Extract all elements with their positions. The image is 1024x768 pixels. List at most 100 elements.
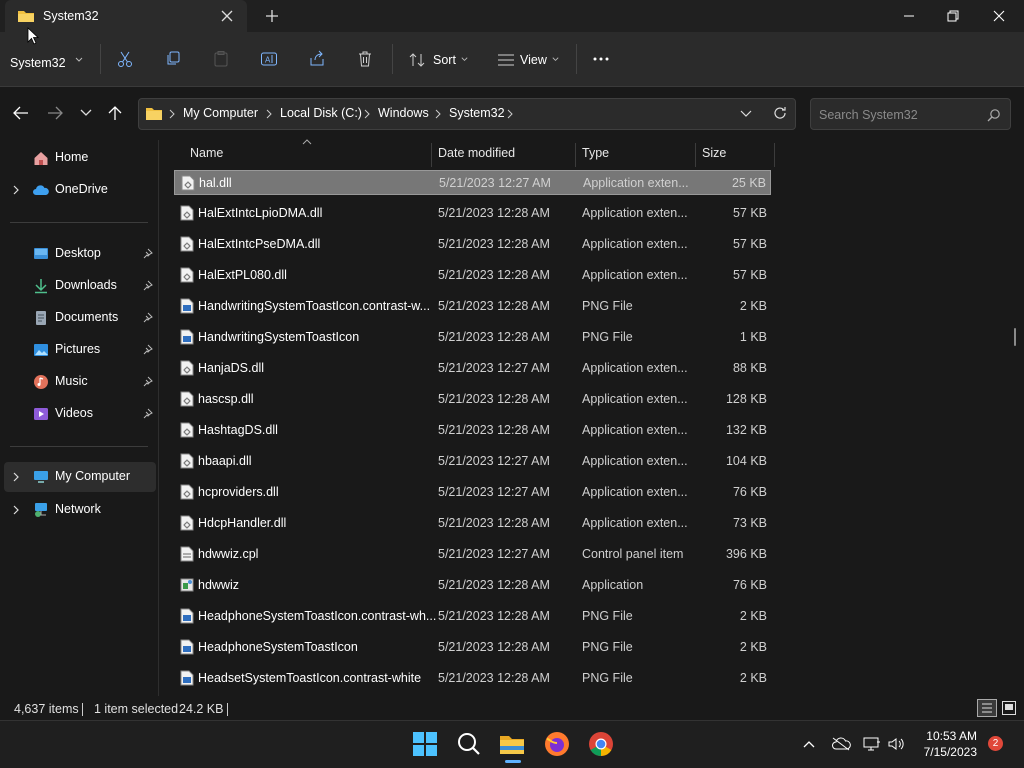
search-icon[interactable] bbox=[454, 729, 484, 759]
breadcrumb-my-computer[interactable]: My Computer bbox=[183, 106, 258, 120]
file-row[interactable]: hdwwiz.cpl 5/21/2023 12:27 AM Control pane… bbox=[174, 542, 771, 567]
forward-icon[interactable] bbox=[46, 105, 64, 121]
rename-icon[interactable]: A bbox=[254, 44, 284, 74]
column-header-date[interactable]: Date modified bbox=[438, 146, 515, 160]
minimize-icon[interactable] bbox=[886, 0, 932, 32]
location-dropdown-icon[interactable] bbox=[74, 55, 84, 65]
copy-icon[interactable] bbox=[158, 44, 188, 74]
file-row[interactable]: HeadphoneSystemToastIcon.contrast-wh... 5… bbox=[174, 604, 771, 629]
pane-divider[interactable] bbox=[158, 140, 159, 696]
nav-item-pictures[interactable]: Pictures bbox=[0, 335, 158, 365]
column-divider[interactable] bbox=[774, 143, 775, 167]
pictures-icon bbox=[33, 342, 49, 358]
chevron-right-icon[interactable] bbox=[10, 184, 22, 196]
breadcrumb-windows[interactable]: Windows bbox=[378, 106, 429, 120]
sort-button[interactable]: Sort bbox=[406, 50, 476, 70]
cpl-icon bbox=[180, 546, 194, 562]
file-row[interactable]: HalExtPL080.dll 5/21/2023 12:28 AM Applica… bbox=[174, 263, 771, 288]
file-row[interactable]: hdwwiz 5/21/2023 12:28 AM Application 76 KB bbox=[174, 573, 771, 598]
file-row[interactable]: HeadsetSystemToastIcon.contrast-white 5/2… bbox=[174, 666, 771, 691]
delete-icon[interactable] bbox=[350, 44, 380, 74]
search-icon[interactable] bbox=[987, 108, 1001, 122]
file-row[interactable]: HdcpHandler.dll 5/21/2023 12:28 AM Applica… bbox=[174, 511, 771, 536]
refresh-icon[interactable] bbox=[772, 105, 788, 121]
file-size: 88 KB bbox=[732, 361, 767, 375]
column-header-size[interactable]: Size bbox=[702, 146, 726, 160]
firefox-icon[interactable] bbox=[542, 729, 572, 759]
paste-icon[interactable] bbox=[206, 44, 236, 74]
file-row[interactable]: HanjaDS.dll 5/21/2023 12:27 AM Application… bbox=[174, 356, 771, 381]
file-name: HanjaDS.dll bbox=[198, 361, 265, 375]
png-icon bbox=[180, 298, 194, 314]
column-divider[interactable] bbox=[695, 143, 696, 167]
nav-item-documents[interactable]: Documents bbox=[0, 303, 158, 333]
network-status-icon[interactable] bbox=[863, 736, 881, 752]
pin-icon[interactable] bbox=[142, 280, 153, 291]
cut-icon[interactable] bbox=[110, 44, 140, 74]
file-explorer-icon[interactable] bbox=[497, 729, 527, 759]
file-row[interactable]: hal.dll 5/21/2023 12:27 AM Application ext… bbox=[174, 170, 771, 195]
column-divider[interactable] bbox=[431, 143, 432, 167]
nav-item-network[interactable]: Network bbox=[0, 495, 158, 525]
pin-icon[interactable] bbox=[142, 344, 153, 355]
tab-system32[interactable] bbox=[5, 0, 247, 32]
file-row[interactable]: hbaapi.dll 5/21/2023 12:27 AM Application … bbox=[174, 449, 771, 474]
address-history-icon[interactable] bbox=[740, 109, 752, 119]
breadcrumb-local-disk[interactable]: Local Disk (C:) bbox=[280, 106, 362, 120]
pin-icon[interactable] bbox=[142, 376, 153, 387]
nav-item-my-computer[interactable]: My Computer bbox=[4, 462, 156, 492]
chrome-icon[interactable] bbox=[586, 729, 616, 759]
nav-item-onedrive[interactable]: OneDrive bbox=[0, 175, 158, 205]
chevron-right-icon[interactable] bbox=[10, 471, 22, 483]
nav-item-desktop[interactable]: Desktop bbox=[0, 239, 158, 269]
file-row[interactable]: HeadphoneSystemToastIcon 5/21/2023 12:28 … bbox=[174, 635, 771, 660]
show-hidden-icons-icon[interactable] bbox=[803, 739, 815, 749]
close-tab-icon[interactable] bbox=[217, 6, 237, 26]
file-row[interactable]: hcproviders.dll 5/21/2023 12:27 AM Applica… bbox=[174, 480, 771, 505]
nav-item-home[interactable]: Home bbox=[0, 143, 158, 173]
pin-icon[interactable] bbox=[142, 248, 153, 259]
vertical-scrollbar[interactable] bbox=[1014, 328, 1016, 346]
file-row[interactable]: HandwritingSystemToastIcon 5/21/2023 12:2… bbox=[174, 325, 771, 350]
details-view-icon[interactable] bbox=[977, 699, 997, 717]
file-row[interactable]: HalExtIntcPseDMA.dll 5/21/2023 12:28 AM Ap… bbox=[174, 232, 771, 257]
column-header-type[interactable]: Type bbox=[582, 146, 609, 160]
back-icon[interactable] bbox=[12, 105, 30, 121]
nav-label-my-computer: My Computer bbox=[55, 469, 131, 483]
tiles-view-icon[interactable] bbox=[1001, 700, 1017, 716]
file-type: Application exten... bbox=[582, 206, 688, 220]
clock-time[interactable]: 10:53 AM bbox=[912, 729, 977, 743]
start-icon[interactable] bbox=[410, 729, 440, 759]
file-name: HashtagDS.dll bbox=[198, 423, 278, 437]
pin-icon[interactable] bbox=[142, 312, 153, 323]
column-header-name[interactable]: Name bbox=[190, 146, 223, 160]
clock-date[interactable]: 7/15/2023 bbox=[912, 745, 977, 759]
file-row[interactable]: hascsp.dll 5/21/2023 12:28 AM Application … bbox=[174, 387, 771, 412]
png-icon bbox=[180, 608, 194, 624]
column-divider[interactable] bbox=[575, 143, 576, 167]
search-box[interactable] bbox=[810, 98, 1011, 130]
search-input[interactable] bbox=[819, 107, 979, 123]
file-row[interactable]: HalExtIntcLpioDMA.dll 5/21/2023 12:28 AM A… bbox=[174, 201, 771, 226]
file-row[interactable]: HandwritingSystemToastIcon.contrast-w...… bbox=[174, 294, 771, 319]
selection-size: 24.2 KB bbox=[179, 702, 224, 716]
share-icon[interactable] bbox=[302, 44, 332, 74]
maximize-icon[interactable] bbox=[930, 0, 976, 32]
new-tab-icon[interactable] bbox=[262, 6, 282, 26]
file-row[interactable]: HashtagDS.dll 5/21/2023 12:28 AM Applicati… bbox=[174, 418, 771, 443]
cloud-offline-icon[interactable] bbox=[831, 736, 851, 752]
view-button[interactable]: View bbox=[495, 50, 565, 70]
pin-icon[interactable] bbox=[142, 408, 153, 419]
more-options-icon[interactable] bbox=[586, 44, 616, 74]
volume-icon[interactable] bbox=[887, 736, 905, 752]
nav-item-videos[interactable]: Videos bbox=[0, 399, 158, 429]
chevron-right-icon[interactable] bbox=[10, 504, 22, 516]
nav-item-music[interactable]: Music bbox=[0, 367, 158, 397]
notification-badge[interactable]: 2 bbox=[988, 736, 1003, 751]
file-size: 25 KB bbox=[731, 176, 766, 190]
breadcrumb-system32[interactable]: System32 bbox=[449, 106, 505, 120]
nav-item-downloads[interactable]: Downloads bbox=[0, 271, 158, 301]
recent-locations-icon[interactable] bbox=[80, 108, 92, 118]
up-icon[interactable] bbox=[107, 105, 123, 121]
close-window-icon[interactable] bbox=[976, 0, 1022, 32]
